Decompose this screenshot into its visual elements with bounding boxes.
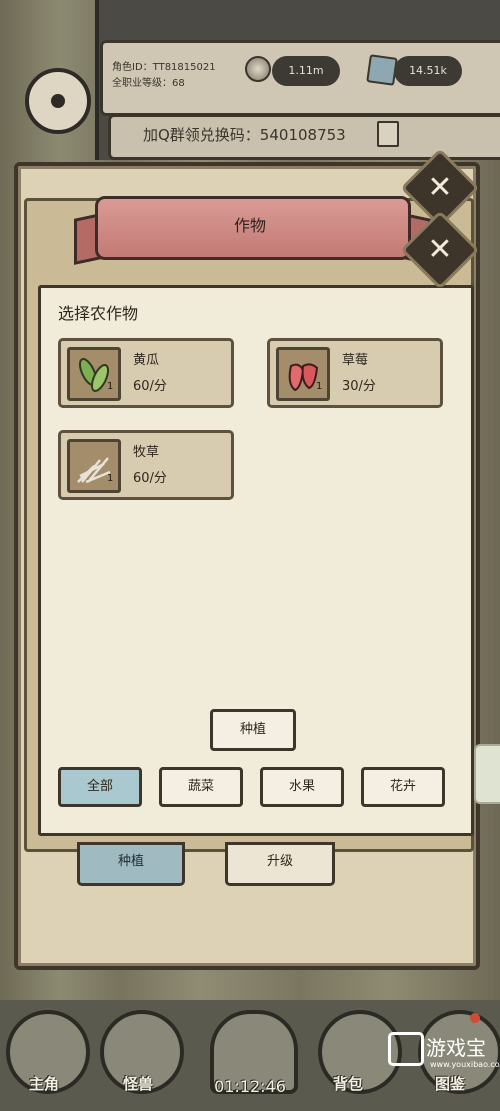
close-icon: ✕ <box>427 170 453 205</box>
gem-balance[interactable]: 14.51k <box>394 56 462 86</box>
nav-bag-label: 背包 <box>332 1075 363 1093</box>
crop-count: 1 <box>107 381 114 392</box>
crop-rate: 60/分 <box>133 379 167 394</box>
filter-flower-button[interactable]: 花卉 <box>361 767 445 807</box>
hay-icon <box>67 439 121 493</box>
filter-fruit-button[interactable]: 水果 <box>260 767 344 807</box>
redeem-code-text: 加Q群领兑换码：540108753 <box>143 126 346 144</box>
close-icon: ✕ <box>427 232 453 267</box>
cucumber-icon <box>67 347 121 401</box>
watermark-text: 游戏宝 <box>426 1036 486 1060</box>
filter-vegetable-button[interactable]: 蔬菜 <box>159 767 243 807</box>
popup-title: 作物 <box>233 216 266 235</box>
coin-icon <box>245 56 271 82</box>
crop-name: 黄瓜 <box>133 353 160 368</box>
crop-rate: 30/分 <box>342 379 376 394</box>
copy-icon[interactable] <box>377 121 399 147</box>
filter-all-button[interactable]: 全部 <box>58 767 142 807</box>
plant-button[interactable]: 种植 <box>210 709 296 751</box>
crop-card-strawberry[interactable]: 1 草莓 30/分 <box>267 338 443 408</box>
crop-card-cucumber[interactable]: 1 黄瓜 60/分 <box>58 338 234 408</box>
gamepad-icon <box>388 1032 424 1066</box>
crop-name: 牧草 <box>133 445 160 460</box>
side-leaf-tab[interactable] <box>474 744 500 804</box>
crop-card-hay[interactable]: 1 牧草 60/分 <box>58 430 234 500</box>
nav-hero-label: 主角 <box>28 1075 59 1093</box>
section-title: 选择农作物 <box>58 304 139 323</box>
avatar-eye-icon[interactable] <box>25 68 91 134</box>
coin-balance[interactable]: 1.11m <box>272 56 340 86</box>
timer: 01:12:46 <box>214 1077 286 1096</box>
strawberry-icon <box>276 347 330 401</box>
tab-upgrade[interactable]: 升级 <box>225 842 335 886</box>
nav-monster-label: 怪兽 <box>122 1075 153 1093</box>
crop-count: 1 <box>316 381 323 392</box>
role-id-text: 角色ID：TT81815021 <box>112 62 216 73</box>
tab-plant[interactable]: 种植 <box>77 842 185 886</box>
notification-badge <box>470 1013 480 1023</box>
crop-name: 草莓 <box>342 353 369 368</box>
watermark-logo: 游戏宝 www.youxibao.com <box>388 1030 500 1080</box>
job-level-text: 全职业等级：68 <box>112 78 185 89</box>
crop-rate: 60/分 <box>133 471 167 486</box>
watermark-url: www.youxibao.com <box>430 1060 500 1069</box>
crop-count: 1 <box>107 473 114 484</box>
